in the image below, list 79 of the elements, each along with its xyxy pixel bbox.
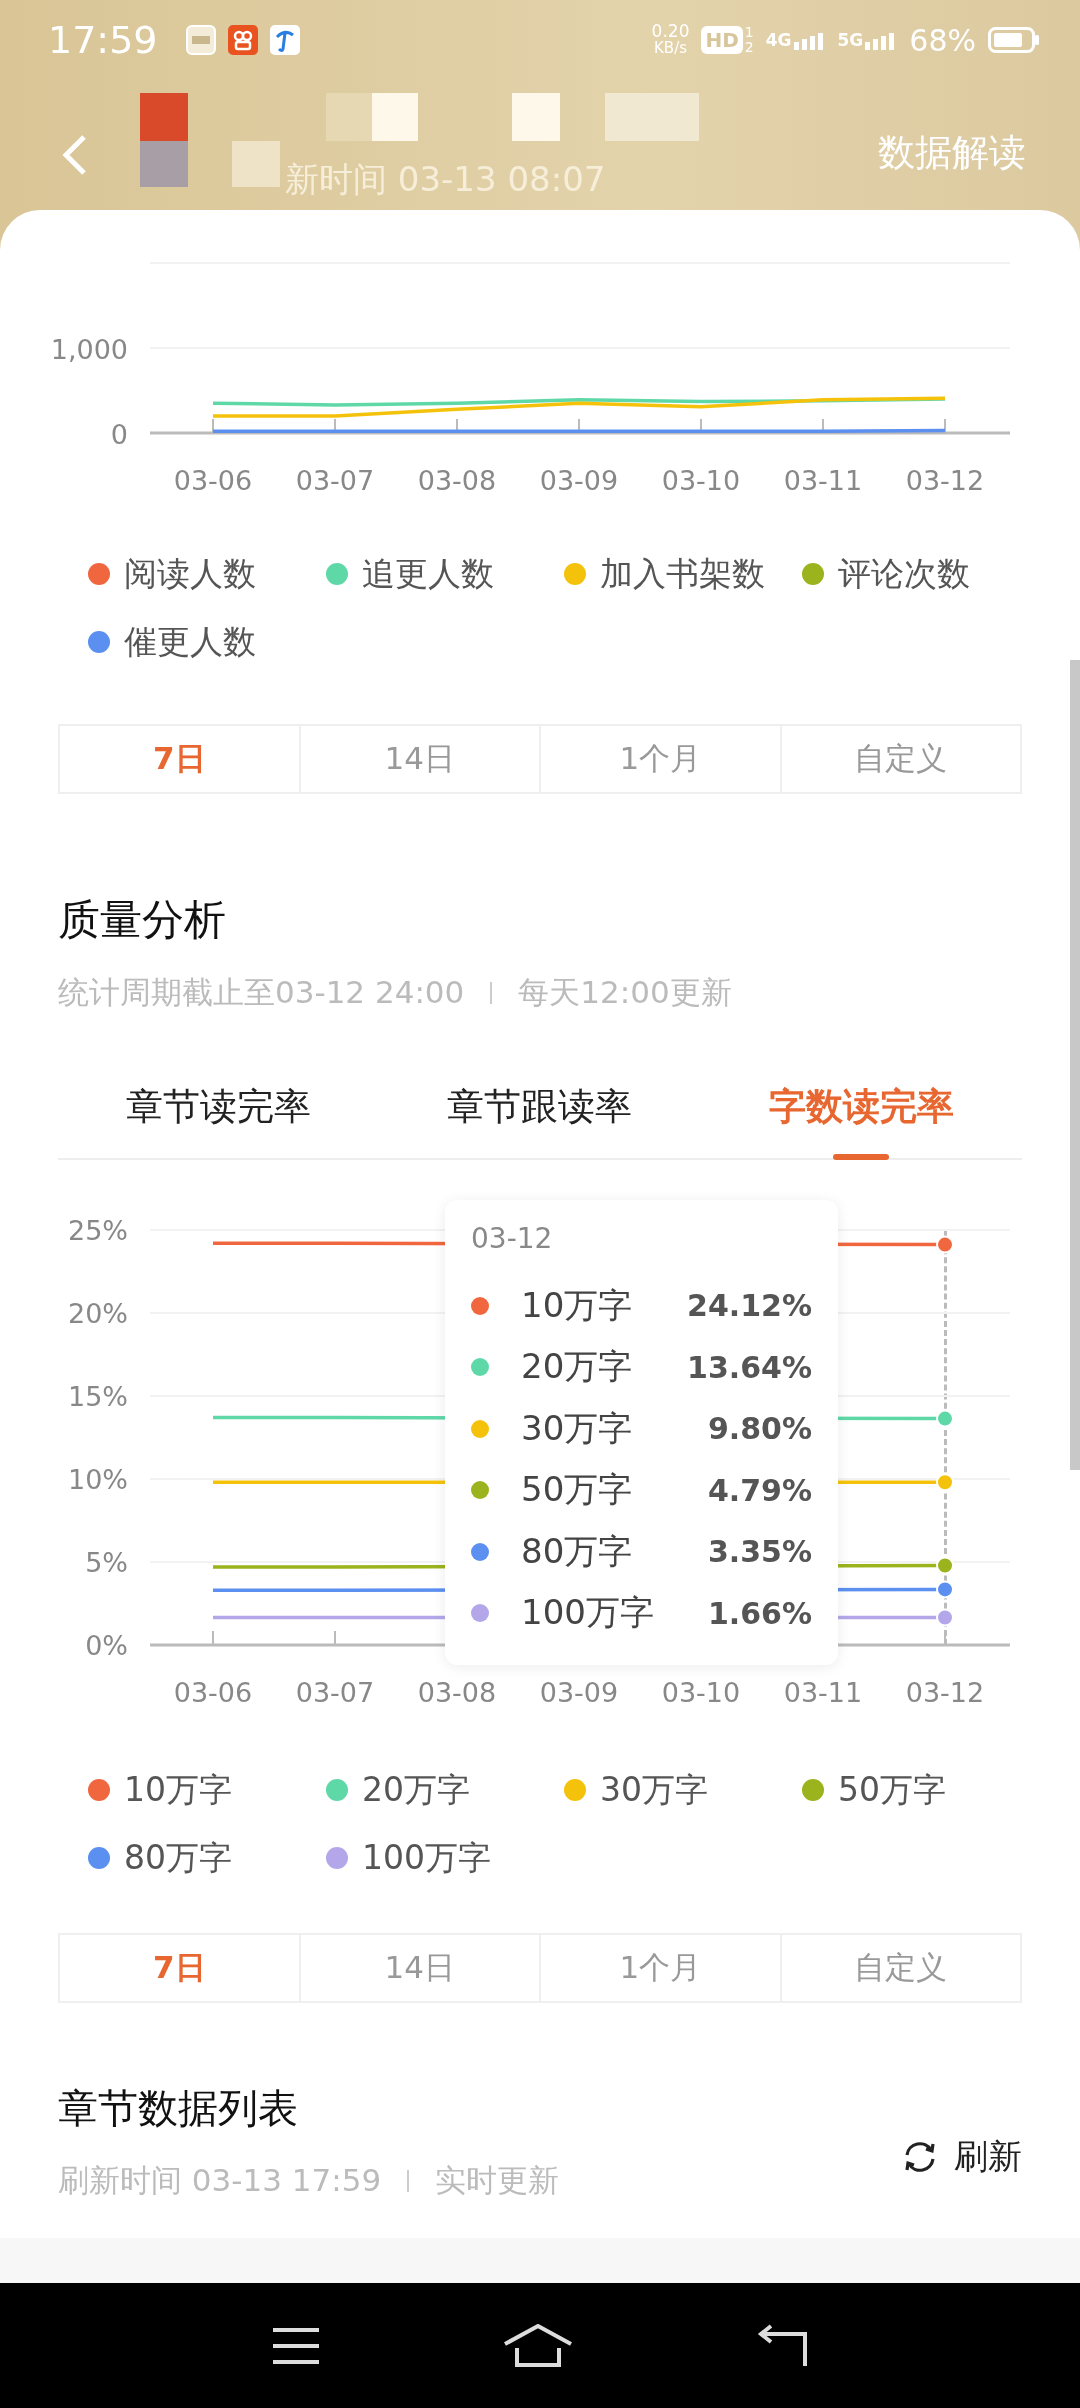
axis-label: 03-11 <box>783 1677 863 1708</box>
back-icon[interactable] <box>755 2323 809 2368</box>
axis-label: 5% <box>85 1547 128 1578</box>
section-title: 章节数据列表 <box>58 2084 299 2133</box>
axis-label: 0% <box>85 1630 128 1661</box>
axis-label: 0 <box>110 419 128 450</box>
refresh-icon <box>902 2139 938 2175</box>
metric-tab[interactable]: 字数读完率 <box>700 1064 1022 1158</box>
legend-label: 100万字 <box>362 1836 491 1879</box>
axis-label: 03-09 <box>539 1677 619 1708</box>
axis-label: 03-06 <box>173 465 253 496</box>
status-time: 17:59 <box>48 18 158 62</box>
refresh-button[interactable]: 刷新 <box>902 2134 1022 2180</box>
series-name: 50万字 <box>521 1468 633 1512</box>
axis-label: 25% <box>68 1215 128 1246</box>
axis-label: 03-11 <box>783 465 863 496</box>
home-icon[interactable] <box>503 2323 573 2368</box>
period-note: 统计周期截止至03-12 24:00 <box>58 973 465 1012</box>
axis-label: 03-09 <box>539 465 619 496</box>
legend-label: 评论次数 <box>838 552 970 595</box>
section-title: 质量分析 <box>58 894 227 946</box>
axis-label: 10% <box>68 1464 128 1495</box>
series-value: 1.66% <box>707 1595 812 1631</box>
signal-icon <box>791 30 826 50</box>
series-value: 24.12% <box>687 1288 812 1324</box>
battery-icon <box>988 27 1040 53</box>
legend-label: 追更人数 <box>362 552 494 595</box>
axis-label: 03-08 <box>417 1677 497 1708</box>
axis-label: 03-08 <box>417 465 497 496</box>
sim-number: 2 <box>744 40 754 55</box>
refresh-time: 刷新时间 03-13 17:59 <box>58 2161 382 2200</box>
series-name: 80万字 <box>521 1529 633 1573</box>
menu-icon[interactable] <box>271 2325 321 2366</box>
data-point <box>936 1608 954 1627</box>
video-app-icon <box>227 25 258 55</box>
update-note: 每天12:00更新 <box>518 973 732 1012</box>
axis-label: 15% <box>68 1381 128 1412</box>
axis-label: 03-12 <box>905 1677 985 1708</box>
hd-badge: HD <box>701 26 743 54</box>
legend-label: 20万字 <box>362 1768 470 1811</box>
speed-unit: KB/s <box>654 40 687 57</box>
series-value: 13.64% <box>687 1349 812 1385</box>
axis-label: 03-06 <box>173 1677 253 1708</box>
legend-label: 阅读人数 <box>124 552 256 595</box>
data-point <box>936 1556 954 1575</box>
legend-label: 加入书架数 <box>600 552 765 595</box>
series-name: 10万字 <box>521 1283 633 1327</box>
legend-label: 催更人数 <box>124 620 256 663</box>
legend-label: 50万字 <box>838 1768 946 1811</box>
axis-label: 03-10 <box>661 1677 741 1708</box>
axis-label: 1,000 <box>50 334 128 365</box>
data-point <box>936 1473 954 1492</box>
data-point <box>936 1409 954 1428</box>
series-name: 100万字 <box>521 1591 654 1635</box>
legend-label: 80万字 <box>124 1836 232 1879</box>
axis-label: 03-10 <box>661 465 741 496</box>
network-speed: 0.20 <box>651 23 690 40</box>
data-point <box>936 1580 954 1599</box>
metric-tab[interactable]: 章节跟读率 <box>379 1064 701 1158</box>
legend-label: 30万字 <box>600 1768 708 1811</box>
network-type: 4G <box>765 30 792 50</box>
network-type: 5G <box>837 30 864 50</box>
axis-label: 03-07 <box>295 1677 375 1708</box>
axis-label: 03-12 <box>905 465 985 496</box>
sim-number: 1 <box>744 25 754 40</box>
series-name: 20万字 <box>521 1345 633 1389</box>
series-value: 9.80% <box>707 1411 812 1447</box>
realtime-note: 实时更新 <box>435 2161 560 2200</box>
series-name: 30万字 <box>521 1406 633 1450</box>
tooltip-date: 03-12 <box>471 1222 554 1255</box>
metric-tab[interactable]: 章节读完率 <box>58 1064 380 1158</box>
legend-label: 10万字 <box>124 1768 232 1811</box>
data-point <box>936 1235 954 1254</box>
series-value: 3.35% <box>707 1534 812 1570</box>
axis-label: 20% <box>68 1298 128 1329</box>
series-value: 4.79% <box>707 1472 812 1508</box>
data-insight-link[interactable]: 数据解读 <box>878 128 1026 178</box>
battery-level: 68% <box>909 22 976 58</box>
axis-label: 03-07 <box>295 465 375 496</box>
